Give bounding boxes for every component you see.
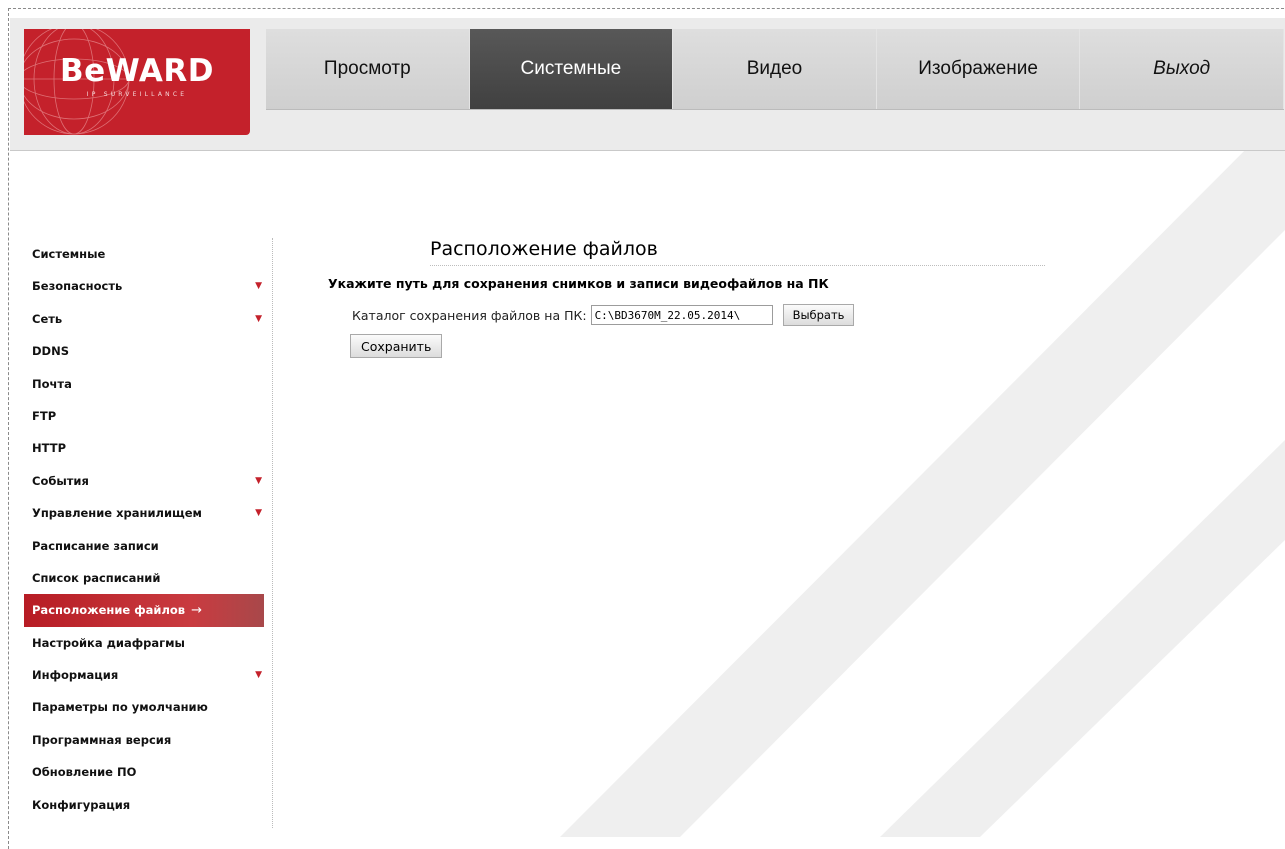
sidebar-item-update[interactable]: Обновление ПО — [24, 756, 264, 788]
sidebar-menu: Системные Безопасность ▼ Сеть ▼ DDNS Почта… — [24, 238, 266, 821]
sidebar-item-label: Почта — [32, 376, 72, 391]
sidebar-item-ftp[interactable]: FTP — [24, 400, 264, 432]
sidebar-item-label: FTP — [32, 408, 57, 423]
sidebar-item-http[interactable]: HTTP — [24, 432, 264, 464]
sidebar-item-ddns[interactable]: DDNS — [24, 335, 264, 367]
path-row: Каталог сохранения файлов на ПК: Выбрать — [352, 304, 855, 326]
sidebar-item-mail[interactable]: Почта — [24, 368, 264, 400]
header-bar: BeWARD IP SURVEILLANCE Просмотр Системны… — [10, 18, 1285, 151]
logo-tagline: IP SURVEILLANCE — [86, 91, 188, 98]
page-title: Расположение файлов — [430, 238, 658, 260]
sidebar-item-label: Обновление ПО — [32, 765, 137, 780]
sidebar-item-label: Сеть — [32, 311, 63, 326]
sidebar-item-label: Параметры по умолчанию — [32, 700, 208, 715]
path-input[interactable] — [590, 305, 773, 325]
browse-button[interactable]: Выбрать — [782, 304, 855, 326]
sidebar-item-security[interactable]: Безопасность ▼ — [24, 270, 264, 302]
sidebar-item-label: HTTP — [32, 441, 67, 456]
tab-logout[interactable]: Выход — [1080, 29, 1284, 109]
section-subtitle: Укажите путь для сохранения снимков и за… — [328, 276, 829, 291]
sidebar-item-record-schedule[interactable]: Расписание записи — [24, 530, 264, 562]
expand-arrow-icon: ▼ — [255, 670, 262, 681]
sidebar-item-storage[interactable]: Управление хранилищем ▼ — [24, 497, 264, 529]
sidebar-item-label: DDNS — [32, 344, 69, 359]
title-divider — [430, 265, 1045, 266]
sidebar-item-file-location[interactable]: Расположение файлов → — [24, 594, 264, 627]
sidebar-item-label: Управление хранилищем — [32, 506, 202, 521]
sidebar-item-configuration[interactable]: Конфигурация — [24, 789, 264, 821]
sidebar-item-defaults[interactable]: Параметры по умолчанию — [24, 691, 264, 723]
tab-view[interactable]: Просмотр — [266, 29, 470, 109]
sidebar-divider — [272, 238, 273, 828]
sidebar-item-schedule-list[interactable]: Список расписаний — [24, 562, 264, 594]
sidebar-item-label: Безопасность — [32, 279, 123, 294]
expand-arrow-icon: ▼ — [255, 508, 262, 519]
save-button[interactable]: Сохранить — [350, 334, 443, 358]
expand-arrow-icon: ▼ — [255, 281, 262, 292]
sidebar-item-firmware-version[interactable]: Программная версия — [24, 724, 264, 756]
sidebar-item-label: Информация — [32, 668, 119, 683]
tab-system[interactable]: Системные — [469, 29, 674, 109]
tab-image[interactable]: Изображение — [876, 29, 1081, 109]
expand-arrow-icon: ▼ — [255, 313, 262, 324]
sidebar-item-label: Конфигурация — [32, 797, 131, 812]
tab-video[interactable]: Видео — [673, 29, 877, 109]
path-label: Каталог сохранения файлов на ПК: — [352, 307, 587, 323]
sidebar-item-label: Расположение файлов — [32, 603, 186, 618]
sidebar-item-label: События — [32, 473, 89, 488]
logo-text: BeWARD — [59, 53, 215, 89]
active-arrow-icon: → — [191, 603, 202, 619]
sidebar-item-label: Список расписаний — [32, 570, 161, 585]
sidebar-item-label: Системные — [32, 247, 106, 261]
sidebar-item-network[interactable]: Сеть ▼ — [24, 303, 264, 335]
brand-logo[interactable]: BeWARD IP SURVEILLANCE — [24, 29, 250, 135]
sidebar-item-label: Настройка диафрагмы — [32, 635, 185, 650]
expand-arrow-icon: ▼ — [255, 475, 262, 486]
top-nav: Просмотр Системные Видео Изображение Вых… — [266, 29, 1284, 110]
sidebar-item-label: Программная версия — [32, 732, 172, 747]
sidebar-item-info[interactable]: Информация ▼ — [24, 659, 264, 691]
sidebar-item-system[interactable]: Системные — [24, 238, 264, 270]
sidebar-item-iris[interactable]: Настройка диафрагмы — [24, 627, 264, 659]
sidebar-item-label: Расписание записи — [32, 538, 159, 553]
sidebar-item-events[interactable]: События ▼ — [24, 465, 264, 497]
